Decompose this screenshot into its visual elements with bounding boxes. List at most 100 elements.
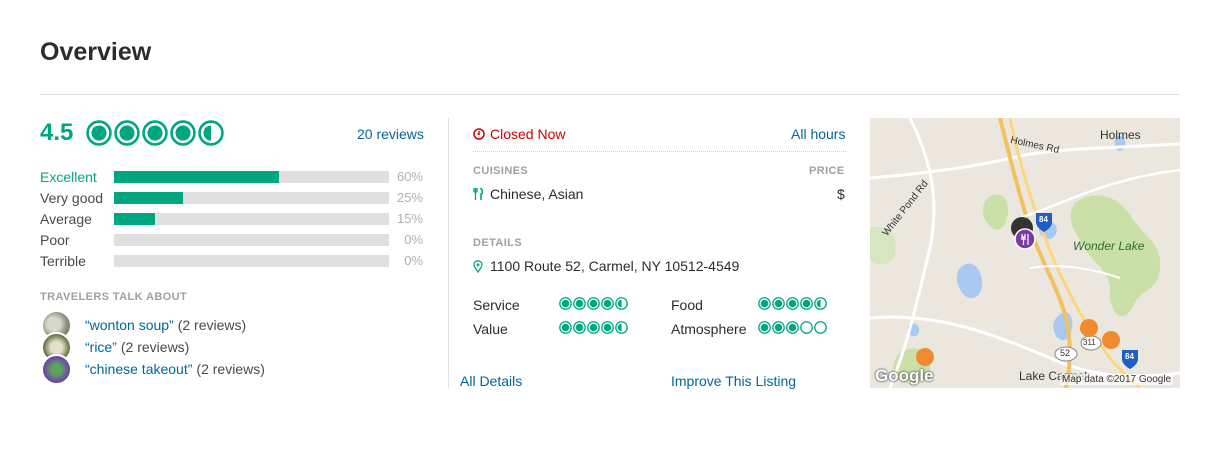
poi-marker (1102, 331, 1120, 349)
topic-link[interactable]: “chinese takeout” (85, 361, 192, 377)
rating-bar-fill (114, 212, 156, 225)
bubble-full-icon (587, 297, 600, 310)
rating-row-label: Excellent (40, 168, 97, 185)
fork-knife-icon (473, 188, 484, 200)
map-route-311: 311 (1083, 338, 1096, 347)
rating-bar-track (114, 212, 389, 225)
rating-row-label: Very good (40, 189, 104, 206)
travelers-talk-heading: TRAVELERS TALK ABOUT (40, 291, 188, 303)
rating-bar-track (114, 170, 389, 183)
topic-link[interactable]: “rice” (85, 339, 117, 355)
poi-marker (916, 348, 934, 366)
map-route-52: 52 (1060, 348, 1071, 358)
subrating-label-atmosphere: Atmosphere (671, 321, 747, 337)
list-item: “wonton soup” (2 reviews) (41, 309, 265, 341)
bubble-full-icon (758, 297, 771, 310)
hours-divider (473, 151, 846, 152)
bubble-empty-icon (814, 321, 827, 334)
details-heading: DETAILS (473, 237, 523, 249)
address-line: 1100 Route 52, Carmel, NY 10512-4549 (473, 258, 739, 274)
list-item: “rice” (2 reviews) (41, 331, 265, 363)
subrating-bubbles-value (559, 321, 628, 334)
rating-row-excellent[interactable]: Excellent 60% (40, 166, 423, 187)
bubble-full-icon (573, 321, 586, 334)
bubble-full-icon (800, 297, 813, 310)
reviews-count-link[interactable]: 20 reviews (357, 126, 424, 142)
topic-count: (2 reviews) (177, 317, 247, 333)
travelers-talk-list: “wonton soup” (2 reviews) “rice” (2 revi… (41, 309, 265, 385)
subrating-label-service: Service (473, 297, 520, 313)
bubble-full-icon (772, 321, 785, 334)
cuisines-value: Chinese, Asian (473, 186, 583, 202)
rating-breakdown: Excellent 60% Very good 25% Average 15% … (40, 166, 423, 271)
improve-listing-link[interactable]: Improve This Listing (671, 373, 796, 389)
topic-thumbnail[interactable] (41, 353, 72, 385)
rating-row-poor[interactable]: Poor 0% (40, 229, 423, 250)
rating-bar-fill (114, 170, 279, 183)
map-route-84-top: 84 (1039, 215, 1048, 224)
topic-count: (2 reviews) (120, 339, 190, 355)
topic-count: (2 reviews) (196, 361, 265, 377)
list-item: “chinese takeout” (2 reviews) (41, 353, 265, 385)
map-label-holmes: Holmes (1100, 128, 1141, 142)
header-divider (40, 94, 1180, 95)
poi-marker (1080, 319, 1098, 337)
bubble-empty-icon (800, 321, 813, 334)
bubble-full-icon (587, 321, 600, 334)
subrating-bubbles-service (559, 297, 628, 310)
hours-status: Closed Now (473, 126, 565, 142)
bubble-full-icon (114, 120, 140, 146)
clock-icon (473, 128, 485, 140)
subrating-bubbles-atmosphere (758, 321, 827, 334)
bubble-full-icon (559, 321, 572, 334)
rating-row-terrible[interactable]: Terrible 0% (40, 250, 423, 271)
topic-link[interactable]: “wonton soup” (85, 317, 174, 333)
rating-row-pct: 15% (396, 211, 423, 226)
bubble-full-icon (601, 297, 614, 310)
rating-row-pct: 60% (396, 169, 423, 184)
rating-row-pct: 0% (404, 232, 423, 247)
subrating-bubbles-food (758, 297, 827, 310)
all-details-link[interactable]: All Details (460, 373, 522, 389)
rating-row-pct: 0% (404, 253, 423, 268)
bubble-full-icon (559, 297, 572, 310)
rating-row-pct: 25% (396, 190, 423, 205)
map-attribution[interactable]: Map data ©2017 Google (1060, 374, 1174, 385)
bubble-full-icon (758, 321, 771, 334)
rating-bar-fill (114, 191, 183, 204)
map-pin-icon (473, 259, 483, 273)
all-hours-link[interactable]: All hours (791, 126, 845, 142)
subrating-label-food: Food (671, 297, 703, 313)
bubble-half-icon (814, 297, 827, 310)
rating-bubbles (86, 120, 224, 146)
rating-bar-track (114, 254, 389, 267)
page-title: Overview (40, 38, 152, 66)
location-map[interactable]: Holmes Holmes Rd White Pond Rd Wonder La… (870, 118, 1180, 388)
rating-row-very-good[interactable]: Very good 25% (40, 187, 423, 208)
bubble-half-icon (615, 297, 628, 310)
hours-status-text: Closed Now (490, 126, 566, 142)
bubble-full-icon (601, 321, 614, 334)
map-label-wonder-lake: Wonder Lake (1073, 239, 1145, 253)
bubble-full-icon (86, 120, 112, 146)
rating-row-average[interactable]: Average 15% (40, 208, 423, 229)
map-canvas (870, 118, 1180, 388)
bubble-full-icon (786, 297, 799, 310)
price-heading: PRICE (809, 165, 845, 177)
rating-score: 4.5 (40, 119, 74, 146)
subrating-label-value: Value (473, 321, 508, 337)
bubble-full-icon (142, 120, 168, 146)
rating-bar-track (114, 191, 389, 204)
bubble-half-icon (198, 120, 224, 146)
bubble-half-icon (615, 321, 628, 334)
price-value: $ (837, 186, 845, 202)
rating-row-label: Average (40, 210, 92, 227)
google-logo[interactable]: Google (875, 366, 934, 386)
bubble-full-icon (170, 120, 196, 146)
rating-row-label: Poor (40, 231, 70, 248)
cuisines-heading: CUISINES (473, 165, 529, 177)
bubble-full-icon (573, 297, 586, 310)
rating-row-label: Terrible (40, 252, 86, 269)
address-text: 1100 Route 52, Carmel, NY 10512-4549 (490, 258, 740, 274)
column-divider (448, 118, 449, 388)
